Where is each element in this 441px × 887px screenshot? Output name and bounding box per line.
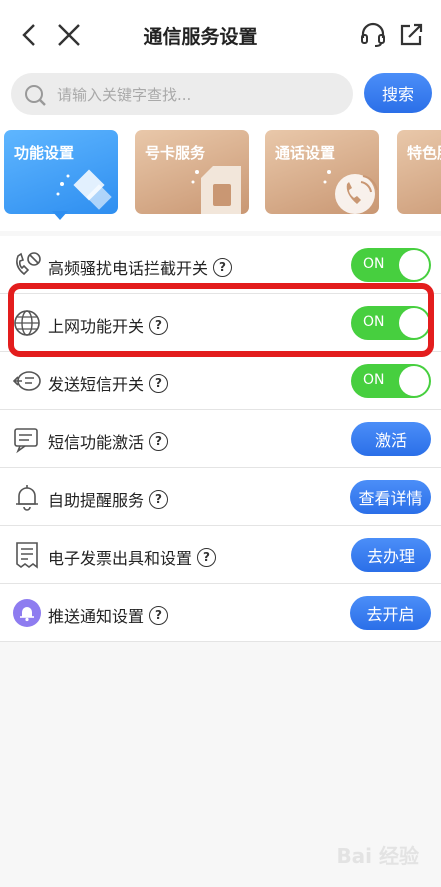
highlight-box: [8, 283, 434, 357]
list-item-send-sms: 发送短信开关? ON: [0, 352, 441, 410]
row-label: 推送通知设置: [48, 607, 145, 626]
sms-send-icon: [12, 371, 41, 391]
list-item-e-invoice: 电子发票出具和设置? 去办理: [0, 526, 441, 584]
headset-icon[interactable]: [356, 18, 390, 52]
search-input[interactable]: 请输入关键字查找...: [11, 73, 353, 115]
row-label: 短信功能激活: [48, 433, 145, 452]
list-item-self-reminder: 自助提醒服务? 查看详情: [0, 468, 441, 526]
row-label: 高频骚扰电话拦截开关: [48, 259, 209, 278]
sms-icon: [14, 428, 38, 454]
row-label: 自助提醒服务: [48, 491, 145, 510]
list-item-sms-activation: 短信功能激活? 激活: [0, 410, 441, 468]
function-settings-icon: [56, 169, 112, 210]
help-icon[interactable]: ?: [149, 431, 169, 451]
row-label: 发送短信开关: [48, 375, 145, 394]
go-enable-button[interactable]: 去开启: [350, 596, 431, 630]
help-icon[interactable]: ?: [197, 547, 217, 567]
send-sms-toggle[interactable]: ON: [351, 364, 431, 398]
harassment-block-toggle[interactable]: ON: [351, 248, 431, 282]
help-icon[interactable]: ?: [149, 605, 169, 625]
watermark: Bai 经验: [336, 844, 419, 868]
active-tab-pointer: [52, 211, 68, 220]
search-icon: [25, 85, 46, 106]
go-process-button[interactable]: 去办理: [351, 538, 431, 572]
top-bar: 通信服务设置: [0, 0, 441, 70]
help-icon[interactable]: ?: [213, 257, 233, 277]
category-tabs: 功能设置 号卡服务 通话设置 特色服: [0, 126, 441, 231]
help-icon[interactable]: ?: [149, 489, 169, 509]
search-button[interactable]: 搜索: [364, 73, 432, 113]
activate-button[interactable]: 激活: [351, 422, 431, 456]
view-details-button[interactable]: 查看详情: [350, 480, 431, 514]
phone-block-icon: [16, 252, 41, 276]
notification-bell-icon: [13, 599, 41, 627]
phone-call-icon: [323, 170, 378, 214]
bell-icon: [16, 485, 38, 511]
help-icon[interactable]: ?: [149, 373, 169, 393]
list-item-push-notification: 推送通知设置? 去开启: [0, 584, 441, 642]
invoice-icon: [16, 542, 38, 569]
tab-special-services[interactable]: 特色服: [397, 130, 441, 214]
tab-call-settings[interactable]: 通话设置: [265, 130, 379, 214]
row-label: 电子发票出具和设置: [48, 549, 193, 568]
share-icon[interactable]: [394, 18, 428, 52]
sim-card-icon: [191, 166, 241, 214]
tab-function-settings[interactable]: 功能设置: [4, 130, 118, 214]
search-row: 请输入关键字查找... 搜索: [0, 70, 441, 126]
search-placeholder: 请输入关键字查找...: [57, 86, 192, 104]
tab-card-services[interactable]: 号卡服务: [135, 130, 249, 214]
